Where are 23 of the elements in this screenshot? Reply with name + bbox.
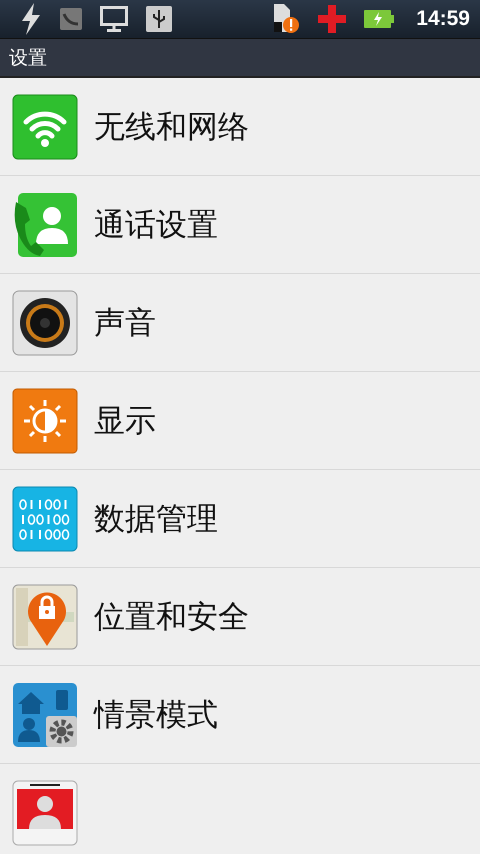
brightness-icon	[12, 388, 78, 454]
item-label: 通话设置	[94, 206, 218, 244]
binary-data-icon	[12, 486, 78, 552]
flash-icon	[20, 3, 42, 35]
cross-icon	[318, 5, 346, 33]
screen-title: 设置	[9, 46, 47, 70]
account-icon	[12, 780, 78, 846]
clock-time: 14:59	[416, 7, 470, 31]
wifi-icon	[12, 94, 78, 160]
item-label: 情景模式	[94, 696, 218, 734]
item-label: 数据管理	[94, 500, 218, 538]
item-label: 位置和安全	[94, 598, 249, 636]
location-lock-icon	[12, 584, 78, 650]
battery-charging-icon	[364, 10, 394, 28]
profiles-icon	[12, 682, 78, 748]
phone-contact-icon	[12, 192, 78, 258]
speaker-icon	[12, 290, 78, 356]
item-label: 无线和网络	[94, 108, 249, 146]
monitor-icon	[100, 6, 128, 32]
sd-card-warning-icon	[272, 4, 300, 34]
item-label: 显示	[94, 402, 156, 440]
usb-icon	[146, 6, 172, 32]
item-label: 声音	[94, 304, 156, 342]
